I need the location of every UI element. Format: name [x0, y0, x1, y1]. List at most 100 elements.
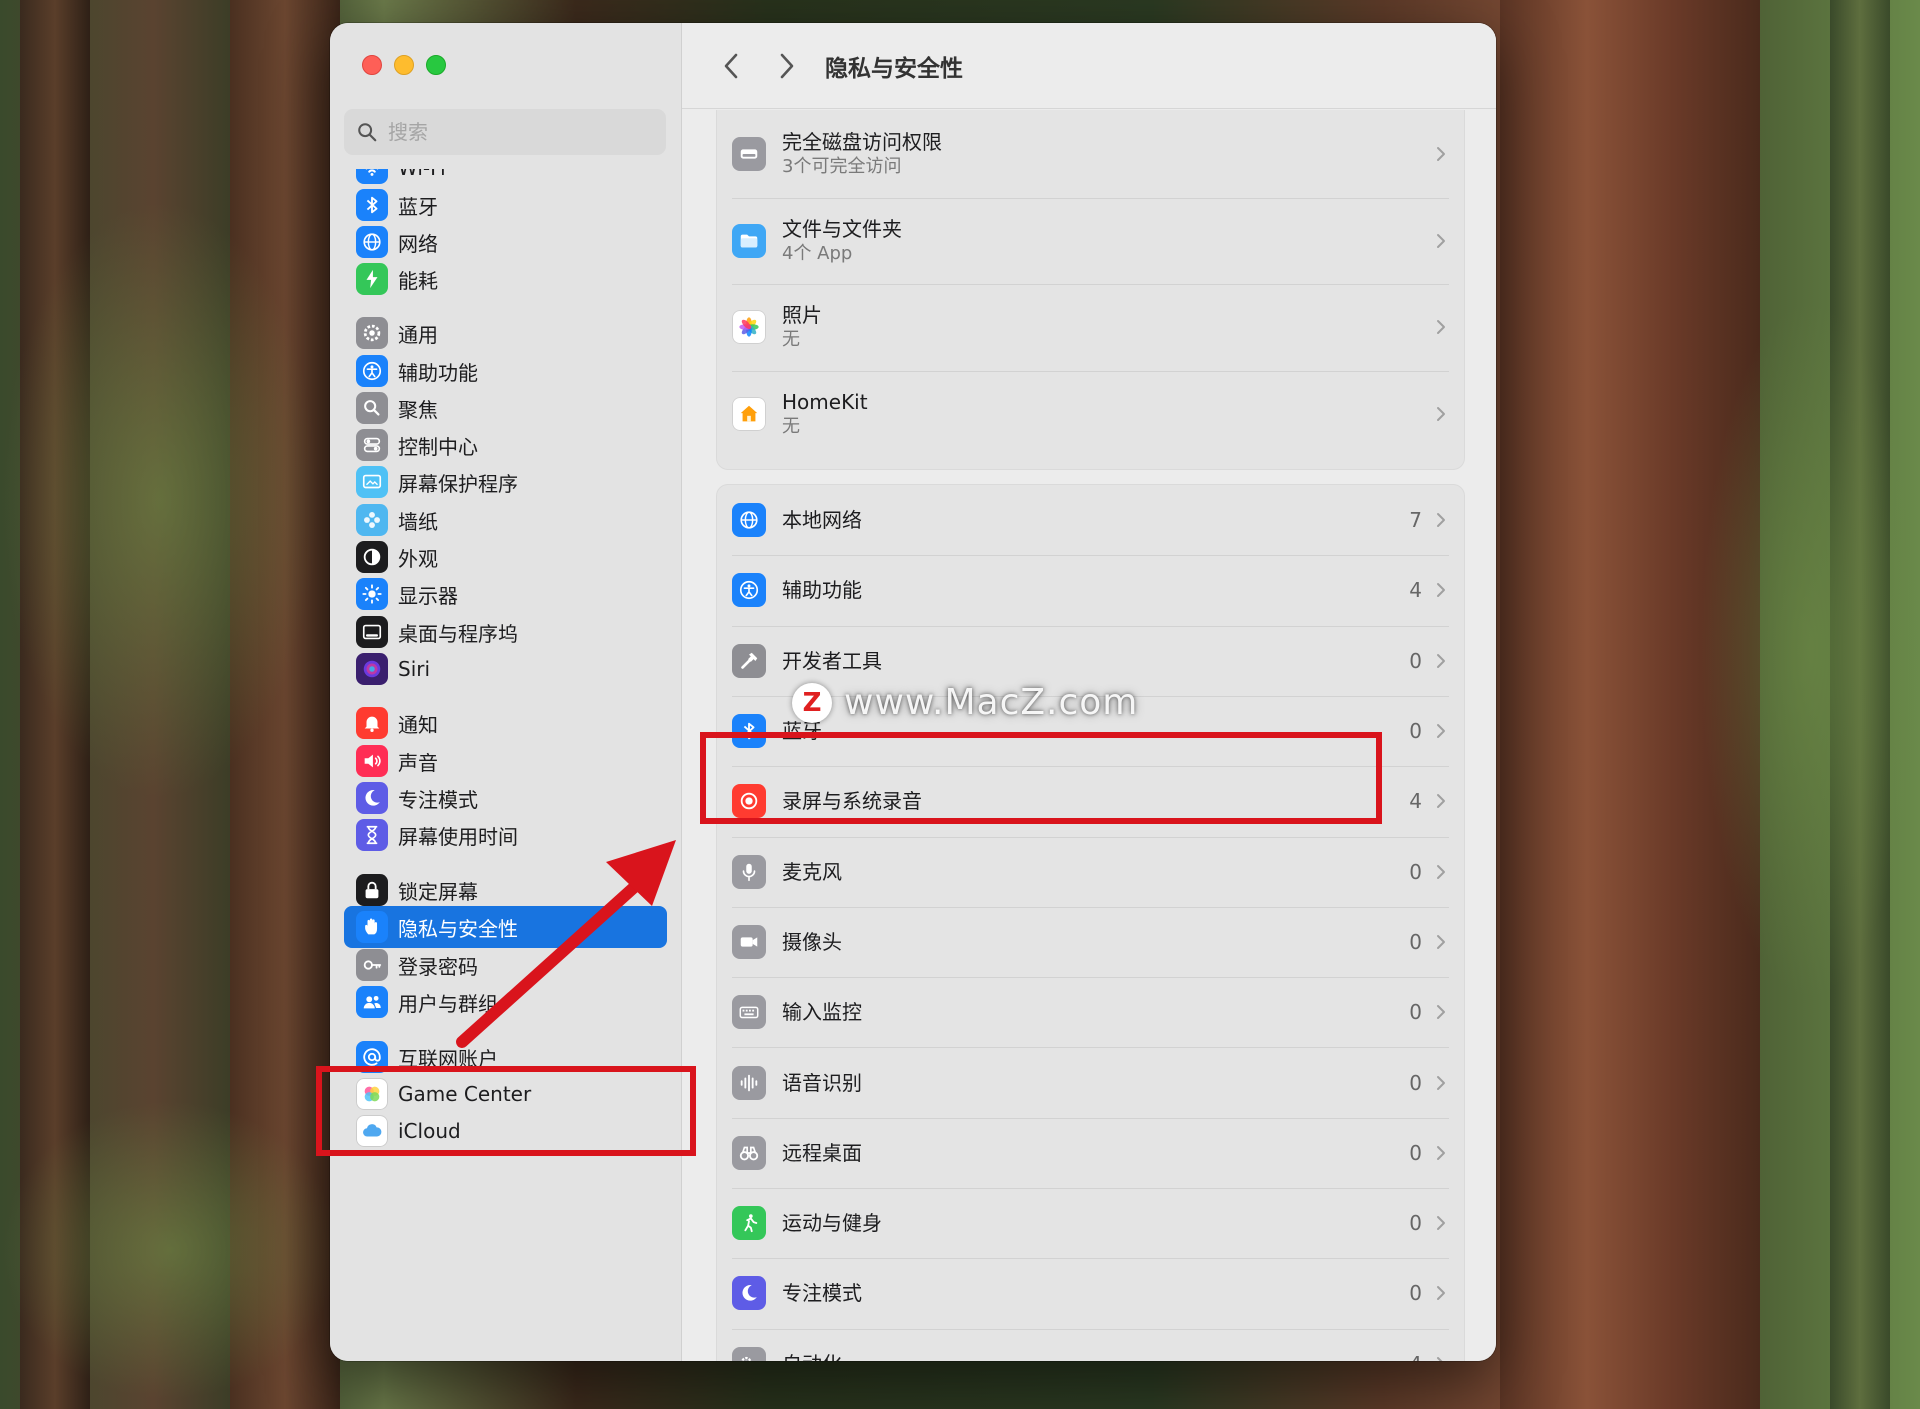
sidebar-item-at[interactable]: 互联网账户: [344, 1036, 667, 1078]
row-divider: [732, 906, 1449, 908]
privacy-row-keyboard[interactable]: 输入监控 0: [717, 977, 1464, 1047]
magnifier-icon: [356, 392, 388, 424]
row-divider: [732, 1258, 1449, 1260]
flower-icon: [356, 504, 388, 536]
sidebar-item-gear[interactable]: 通用: [344, 312, 667, 354]
row-title: 蓝牙: [782, 719, 822, 744]
moon-icon: [356, 782, 388, 814]
speaker-icon: [364, 754, 381, 768]
row-count: 0: [1409, 719, 1422, 744]
globe-icon: [740, 511, 758, 529]
privacy-row-photos[interactable]: 照片无: [717, 284, 1464, 371]
sidebar-item-hourglass[interactable]: 屏幕使用时间: [344, 814, 667, 856]
sidebar-item-magnifier[interactable]: 聚焦: [344, 387, 667, 429]
privacy-row-binoculars[interactable]: 远程桌面 0: [717, 1118, 1464, 1188]
sidebar-item-battery-bolt[interactable]: 能耗: [344, 258, 667, 300]
zoom-button[interactable]: [426, 55, 446, 75]
accessibility-icon: [356, 355, 388, 387]
privacy-row-running[interactable]: 运动与健身 0: [717, 1188, 1464, 1258]
toggles-icon: [356, 429, 388, 461]
camera-icon: [732, 924, 766, 959]
sidebar-item-flower[interactable]: 墙纸: [344, 499, 667, 541]
sidebar-item-gamecenter[interactable]: Game Center: [344, 1073, 667, 1115]
sidebar-item-label: 桌面与程序坞: [398, 621, 518, 646]
row-title: 自动化: [782, 1351, 842, 1361]
row-divider: [732, 766, 1449, 768]
minimize-button[interactable]: [394, 55, 414, 75]
sidebar-item-users[interactable]: 用户与群组: [344, 981, 667, 1023]
appearance-icon: [356, 541, 388, 573]
privacy-row-bluetooth[interactable]: 蓝牙 0: [717, 696, 1464, 766]
window-controls: [362, 55, 446, 75]
keyboard-icon: [732, 995, 766, 1030]
row-subtitle: 无: [782, 415, 800, 437]
moon-icon: [365, 790, 380, 806]
sidebar-item-bell[interactable]: 通知: [344, 702, 667, 744]
sidebar-item-globe[interactable]: 网络: [344, 221, 667, 263]
gear-icon: [356, 317, 388, 349]
row-count: 4: [1409, 789, 1422, 814]
row-divider: [732, 1188, 1449, 1189]
search-field[interactable]: [344, 109, 666, 155]
privacy-row-folder[interactable]: 文件与文件夹 4个 App: [717, 198, 1464, 285]
sidebar-item-screensaver[interactable]: 屏幕保护程序: [344, 461, 667, 503]
sidebar-item-appearance[interactable]: 外观: [344, 536, 667, 578]
sidebar-item-bluetooth[interactable]: 蓝牙: [344, 184, 667, 226]
photos-icon: [739, 317, 759, 337]
privacy-row-mic[interactable]: 麦克风 0: [717, 837, 1464, 907]
moon-icon: [742, 1285, 757, 1302]
sidebar-item-moon[interactable]: 专注模式: [344, 777, 667, 819]
sidebar-item-hand[interactable]: 隐私与安全性: [344, 906, 667, 948]
sidebar-item-accessibility[interactable]: 辅助功能: [344, 350, 667, 392]
chevron-right-icon: [1437, 147, 1445, 162]
forward-button[interactable]: [772, 51, 802, 81]
privacy-row-camera[interactable]: 摄像头 0: [717, 907, 1464, 977]
sidebar-item-label: 外观: [398, 546, 438, 571]
siri-icon: [356, 653, 388, 685]
sidebar-item-siri[interactable]: Siri: [344, 648, 667, 690]
magnifier-icon: [364, 400, 380, 416]
chevron-right-icon: [1437, 583, 1445, 598]
privacy-row-waveform[interactable]: 语音识别 0: [717, 1047, 1464, 1117]
folder-icon: [740, 234, 758, 248]
privacy-row-gears[interactable]: 自动化 4: [717, 1329, 1464, 1361]
row-text: 蓝牙: [782, 718, 822, 744]
row-subtitle: 3个可完全访问: [782, 156, 902, 178]
sidebar-item-label: 蓝牙: [398, 194, 438, 219]
screensaver-icon: [362, 474, 382, 489]
sidebar-item-cloud[interactable]: iCloud: [344, 1110, 667, 1152]
sidebar-item-key[interactable]: 登录密码: [344, 944, 667, 986]
row-count: 0: [1409, 1140, 1422, 1165]
sidebar-item-toggles[interactable]: 控制中心: [344, 424, 667, 466]
row-title: 摄像头: [782, 929, 842, 954]
privacy-row-accessibility[interactable]: 辅助功能 4: [717, 555, 1464, 625]
row-text: 文件与文件夹 4个 App: [782, 216, 902, 266]
chevron-right-icon: [1437, 864, 1445, 879]
privacy-row-record[interactable]: 录屏与系统录音 4: [717, 766, 1464, 836]
privacy-row-home[interactable]: HomeKit 无: [717, 371, 1464, 458]
sidebar-item-lock[interactable]: 锁定屏幕: [344, 869, 667, 911]
close-button[interactable]: [362, 55, 382, 75]
sidebar-item-label: 控制中心: [398, 434, 478, 459]
search-input[interactable]: [388, 120, 648, 144]
row-text: 麦克风: [782, 859, 842, 885]
row-text: 辅助功能: [782, 577, 862, 603]
sidebar-item-sun[interactable]: 显示器: [344, 573, 667, 615]
flower-icon: [364, 512, 380, 528]
privacy-row-disk[interactable]: 完全磁盘访问权限 3个可完全访问: [717, 111, 1464, 198]
sidebar-item-dock[interactable]: 桌面与程序坞: [344, 611, 667, 653]
privacy-row-moon[interactable]: 专注模式 0: [717, 1258, 1464, 1328]
row-count: 0: [1409, 1281, 1422, 1306]
back-button[interactable]: [716, 51, 746, 81]
sidebar-item-speaker[interactable]: 声音: [344, 740, 667, 782]
users-icon: [363, 995, 381, 1009]
chevron-right-icon: [1437, 794, 1445, 809]
sidebar-item-label: 显示器: [398, 583, 458, 608]
row-count: 7: [1409, 508, 1422, 533]
bluetooth-icon: [732, 714, 766, 749]
row-text: 输入监控: [782, 999, 862, 1025]
gear-icon: [363, 324, 381, 342]
sidebar-item-label: 墙纸: [398, 509, 438, 534]
privacy-row-globe[interactable]: 本地网络 7: [717, 485, 1464, 555]
privacy-row-hammer[interactable]: 开发者工具 0: [717, 626, 1464, 696]
